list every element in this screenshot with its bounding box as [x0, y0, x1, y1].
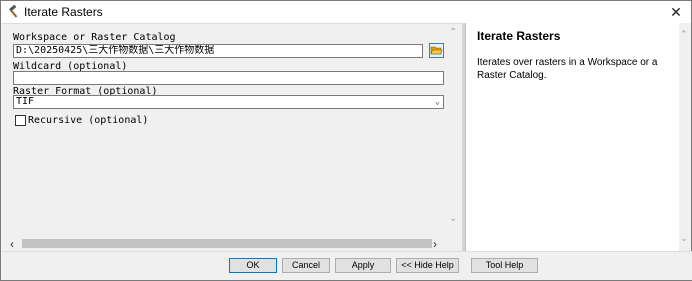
workspace-input[interactable]: D:\20250425\三大作物数据\三大作物数据 — [13, 44, 423, 58]
hide-help-button[interactable]: << Hide Help — [396, 258, 459, 273]
apply-button[interactable]: Apply — [335, 258, 391, 273]
recursive-label: Recursive (optional) — [28, 115, 149, 126]
title-bar: Iterate Rasters ✕ — [1, 1, 691, 23]
tool-help-button[interactable]: Tool Help — [471, 258, 538, 273]
raster-format-value: TIF — [16, 96, 35, 107]
scroll-left-icon[interactable]: ‹ — [10, 237, 14, 251]
help-vertical-scrollbar[interactable]: ⌃ ⌄ — [679, 23, 691, 251]
folder-open-icon — [430, 46, 443, 55]
recursive-checkbox[interactable] — [15, 115, 26, 126]
hammer-icon — [7, 4, 21, 19]
raster-format-select[interactable]: TIF ⌄ — [13, 95, 444, 109]
chevron-down-icon: ⌄ — [434, 97, 440, 107]
horizontal-scroll-thumb[interactable] — [22, 239, 432, 248]
close-button[interactable]: ✕ — [665, 2, 687, 22]
parameters-vertical-scrollbar[interactable]: ⌃ ⌄ — [447, 23, 461, 229]
help-description: Iterates over rasters in a Workspace or … — [477, 57, 658, 81]
scroll-down-icon[interactable]: ⌄ — [449, 213, 457, 224]
parameters-horizontal-scrollbar[interactable]: ‹ › — [2, 237, 447, 251]
parameters-pane: Workspace or Raster Catalog D:\20250425\… — [2, 23, 461, 251]
ok-button[interactable]: OK — [229, 258, 277, 273]
scroll-right-icon[interactable]: › — [433, 237, 437, 251]
scroll-up-icon[interactable]: ⌃ — [449, 27, 457, 38]
browse-button[interactable] — [429, 43, 444, 58]
button-bar: OK Cancel Apply << Hide Help Tool Help — [2, 251, 692, 280]
help-title: Iterate Rasters — [477, 29, 561, 43]
scroll-up-icon[interactable]: ⌃ — [680, 29, 688, 40]
scroll-down-icon[interactable]: ⌄ — [680, 233, 688, 244]
help-pane: Iterate Rasters Iterates over rasters in… — [465, 23, 679, 251]
window-title: Iterate Rasters — [24, 5, 103, 19]
wildcard-input[interactable] — [13, 71, 444, 85]
dialog-window: Iterate Rasters ✕ Workspace or Raster Ca… — [0, 0, 692, 281]
cancel-button[interactable]: Cancel — [282, 258, 330, 273]
workspace-label: Workspace or Raster Catalog — [13, 32, 176, 43]
